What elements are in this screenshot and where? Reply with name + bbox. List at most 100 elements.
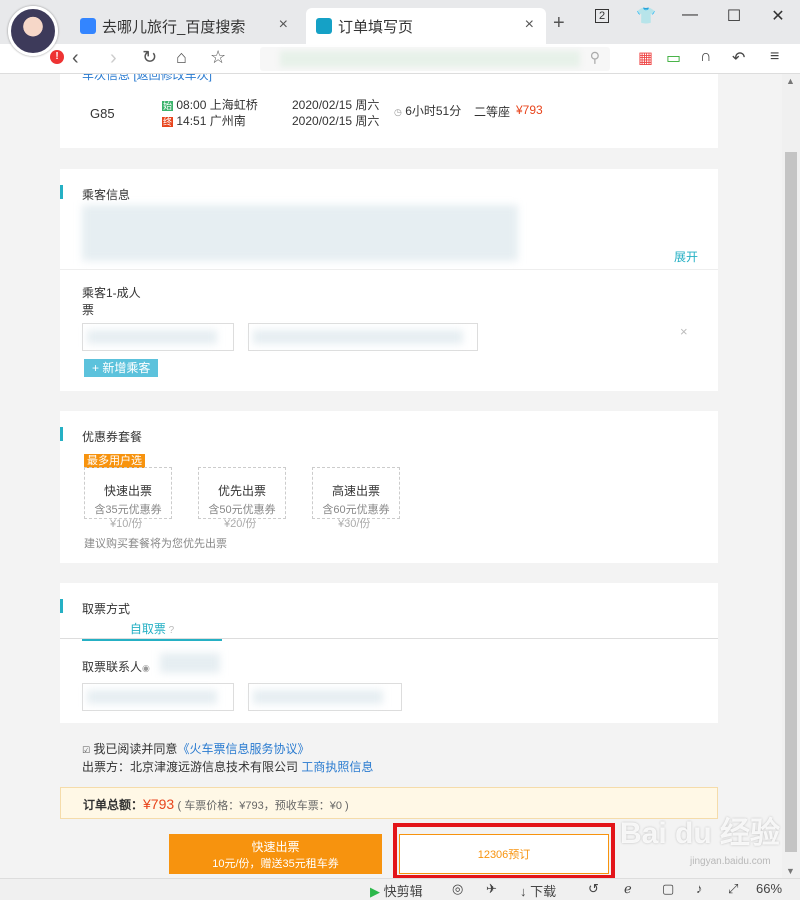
- passenger-name-input[interactable]: [82, 323, 234, 351]
- depart-tag: 始: [162, 101, 174, 111]
- book-12306-button[interactable]: 12306预订: [399, 834, 609, 874]
- fullscreen-icon[interactable]: ⤢: [728, 881, 738, 897]
- ie-icon[interactable]: ℯ: [624, 881, 632, 897]
- favorite-star-icon[interactable]: ☆: [210, 47, 226, 68]
- pickup-card: 取票方式 自取票 ? 取票联系人◉: [60, 583, 718, 723]
- ticket-price: ¥793: [516, 103, 543, 117]
- tab-label: 去哪儿旅行_百度搜索: [102, 18, 246, 36]
- tab-label: 订单填写页: [338, 18, 414, 36]
- arrive-time: 14:51: [176, 114, 207, 128]
- train-info-card: 车次信息 [返回修改车次] G85 始 08:00 上海虹桥 终 14:51 广…: [60, 74, 718, 148]
- scroll-down-icon: ▼: [786, 866, 795, 876]
- train-number: G85: [90, 106, 115, 121]
- agree-checkbox[interactable]: ☑: [82, 745, 90, 755]
- tab-baidu-search[interactable]: 去哪儿旅行_百度搜索 ×: [70, 8, 300, 44]
- depart-station: 上海虹桥: [209, 98, 258, 112]
- arrive-station: 广州南: [209, 114, 246, 128]
- section-title: 乘客信息: [82, 188, 131, 202]
- contact-label: 取票联系人: [82, 660, 143, 674]
- package-priority[interactable]: 优先出票 含50元优惠券: [198, 467, 286, 519]
- speed-icon[interactable]: ◎: [452, 881, 463, 897]
- tab-bar: 去哪儿旅行_百度搜索 × 订单填写页 × + 2 👕 — ☐ ✕: [0, 0, 800, 44]
- add-passenger-button[interactable]: + 新增乘客: [84, 359, 159, 377]
- passenger-card: 乘客信息 展开 乘客1-成人 票 × + 新增乘客: [60, 169, 718, 391]
- url-input[interactable]: ⚲: [260, 47, 610, 71]
- maximize-icon[interactable]: ☐: [712, 6, 756, 26]
- baidu-paw-icon: [80, 18, 96, 34]
- fast-ticket-button[interactable]: 快速出票 10元/份，赠送35元租车券: [169, 834, 382, 874]
- arrive-tag: 终: [162, 117, 174, 127]
- ticket-type-label: 票: [82, 303, 95, 317]
- skin-shirt-icon[interactable]: 👕: [624, 6, 668, 26]
- qunar-camel-icon: [316, 18, 332, 34]
- new-tab-button[interactable]: +: [553, 12, 565, 35]
- close-icon[interactable]: ×: [279, 16, 288, 34]
- total-detail: ( 车票价格：¥793，预收车票：¥0 ): [177, 800, 349, 812]
- package-express[interactable]: 高速出票 含60元优惠券: [312, 467, 400, 519]
- package-note: 建议购买套餐将为您优先出票: [84, 538, 227, 550]
- seat-class: 二等座: [474, 105, 511, 119]
- scroll-up-icon: ▲: [786, 76, 795, 86]
- license-link[interactable]: 工商执照信息: [301, 760, 373, 774]
- avatar[interactable]: [8, 6, 58, 56]
- agreement-text: 我已阅读并同意: [93, 742, 178, 756]
- arrive-date: 2020/02/15 周六: [292, 114, 380, 128]
- download-icon: ↓: [520, 884, 527, 899]
- minimize-icon[interactable]: —: [668, 6, 712, 26]
- passenger-id-input[interactable]: [248, 323, 478, 351]
- expand-link[interactable]: 展开: [674, 248, 698, 265]
- apps-grid-icon[interactable]: ▦: [638, 48, 653, 68]
- duration: 6小时51分: [405, 104, 462, 118]
- alert-badge-icon: !: [50, 50, 64, 64]
- play-icon: ▶: [370, 884, 380, 899]
- section-title: 优惠券套餐: [82, 430, 143, 444]
- popular-tag: 最多用户选: [84, 454, 145, 468]
- status-bar: ▶ 快剪辑 ◎ ✈ ↓ 下载 ↺ ℯ ▢ ♪ ⤢ 66%: [0, 878, 800, 900]
- battery-icon[interactable]: ▭: [666, 48, 681, 68]
- clock-icon: ◷: [394, 107, 402, 117]
- volume-icon[interactable]: ♪: [696, 881, 703, 896]
- baidu-watermark: Bai du 经验: [620, 817, 781, 850]
- coupon-card: 优惠券套餐 最多用户选 快速出票 含35元优惠券 优先出票 含50元优惠券 高速…: [60, 411, 718, 563]
- depart-time: 08:00: [176, 98, 207, 112]
- refresh-icon[interactable]: ↺: [588, 881, 599, 897]
- remove-passenger-icon[interactable]: ×: [680, 324, 688, 339]
- package-price: ¥20/份: [224, 518, 257, 530]
- search-icon[interactable]: ⚲: [590, 49, 600, 66]
- contact-name-input[interactable]: [82, 683, 234, 711]
- address-bar: ‹ › ↻ ⌂ ☆ ⚲ ▦ ▭ ∩ ↶ ≡: [0, 44, 800, 74]
- quick-edit-item[interactable]: ▶ 快剪辑: [370, 881, 423, 900]
- contact-phone-input[interactable]: [248, 683, 402, 711]
- window-icon[interactable]: ▢: [662, 881, 674, 897]
- baidu-watermark-url: jingyan.baidu.com: [690, 856, 771, 867]
- total-label: 订单总额：: [83, 798, 144, 812]
- tab-order-page[interactable]: 订单填写页 ×: [306, 8, 546, 44]
- close-window-icon[interactable]: ✕: [756, 6, 800, 26]
- help-icon: ?: [165, 625, 175, 636]
- forward-icon[interactable]: ›: [110, 47, 117, 70]
- saved-passengers-blurred: [82, 205, 518, 261]
- package-price: ¥10/份: [110, 518, 143, 530]
- package-fast[interactable]: 快速出票 含35元优惠券: [84, 467, 172, 519]
- headphones-icon[interactable]: ∩: [700, 48, 712, 66]
- back-icon[interactable]: ‹: [72, 47, 79, 70]
- refresh-icon[interactable]: ↻: [142, 47, 157, 68]
- train-header-partial: 车次信息 [返回修改车次]: [82, 74, 213, 82]
- pin-icon[interactable]: ✈: [486, 881, 497, 897]
- home-icon[interactable]: ⌂: [176, 47, 187, 68]
- total-amount: ¥793: [143, 796, 175, 812]
- scroll-thumb[interactable]: [785, 152, 797, 852]
- undo-icon[interactable]: ↶: [732, 48, 745, 68]
- menu-icon[interactable]: ≡: [770, 48, 779, 66]
- scrollbar[interactable]: ▲ ▼: [782, 74, 800, 878]
- page-content: 车次信息 [返回修改车次] G85 始 08:00 上海虹桥 终 14:51 广…: [0, 74, 782, 878]
- depart-date: 2020/02/15 周六: [292, 98, 380, 112]
- download-item[interactable]: ↓ 下载: [520, 881, 556, 900]
- zoom-level[interactable]: 66%: [756, 881, 782, 896]
- package-price: ¥30/份: [338, 518, 371, 530]
- section-title: 取票方式: [82, 602, 131, 616]
- passenger-label: 乘客1-成人: [82, 286, 141, 300]
- window-count-icon[interactable]: 2: [580, 6, 624, 26]
- close-icon[interactable]: ×: [525, 16, 534, 34]
- agreement-link[interactable]: 《火车票信息服务协议》: [177, 742, 309, 756]
